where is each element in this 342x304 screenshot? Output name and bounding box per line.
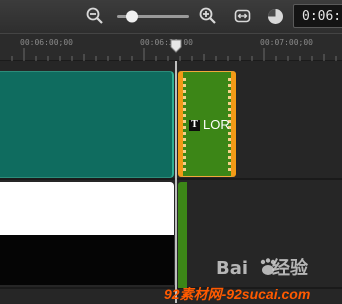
title-text-icon: T [189, 120, 200, 131]
playhead-line[interactable] [175, 61, 177, 303]
watermark-brand-left: Bai [216, 258, 249, 279]
zoom-slider-thumb[interactable] [126, 10, 138, 23]
track-divider [0, 178, 342, 180]
timecode-value: 0:06: [302, 9, 342, 24]
fit-to-window-icon[interactable] [234, 8, 251, 24]
title-clip-label: LORI [203, 117, 231, 132]
ruler-tick-label: 00:07:00;00 [260, 38, 313, 47]
black-clip[interactable] [0, 235, 176, 285]
clock-icon[interactable] [267, 8, 284, 25]
baidu-paw-icon [260, 258, 276, 275]
title-clip[interactable]: T LORI [178, 71, 236, 177]
zoom-out-icon[interactable] [86, 7, 104, 25]
white-clip[interactable] [0, 182, 174, 235]
timeline-toolbar: 0:06: [0, 0, 342, 33]
zoom-in-icon[interactable] [199, 7, 217, 25]
green-clip[interactable] [178, 182, 187, 288]
timecode-field[interactable]: 0:06: [293, 4, 342, 28]
teal-clip[interactable] [0, 71, 174, 178]
ruler-tick-label: 00:06:00;00 [20, 38, 73, 47]
ruler-tick-label: 00:06:30;00 [140, 38, 193, 47]
zoom-slider[interactable] [115, 9, 191, 24]
title-clip-left-handle[interactable] [183, 78, 186, 172]
playhead-marker-icon[interactable] [169, 39, 183, 53]
site-watermark: 92素材网-92sucai.com [164, 286, 311, 302]
